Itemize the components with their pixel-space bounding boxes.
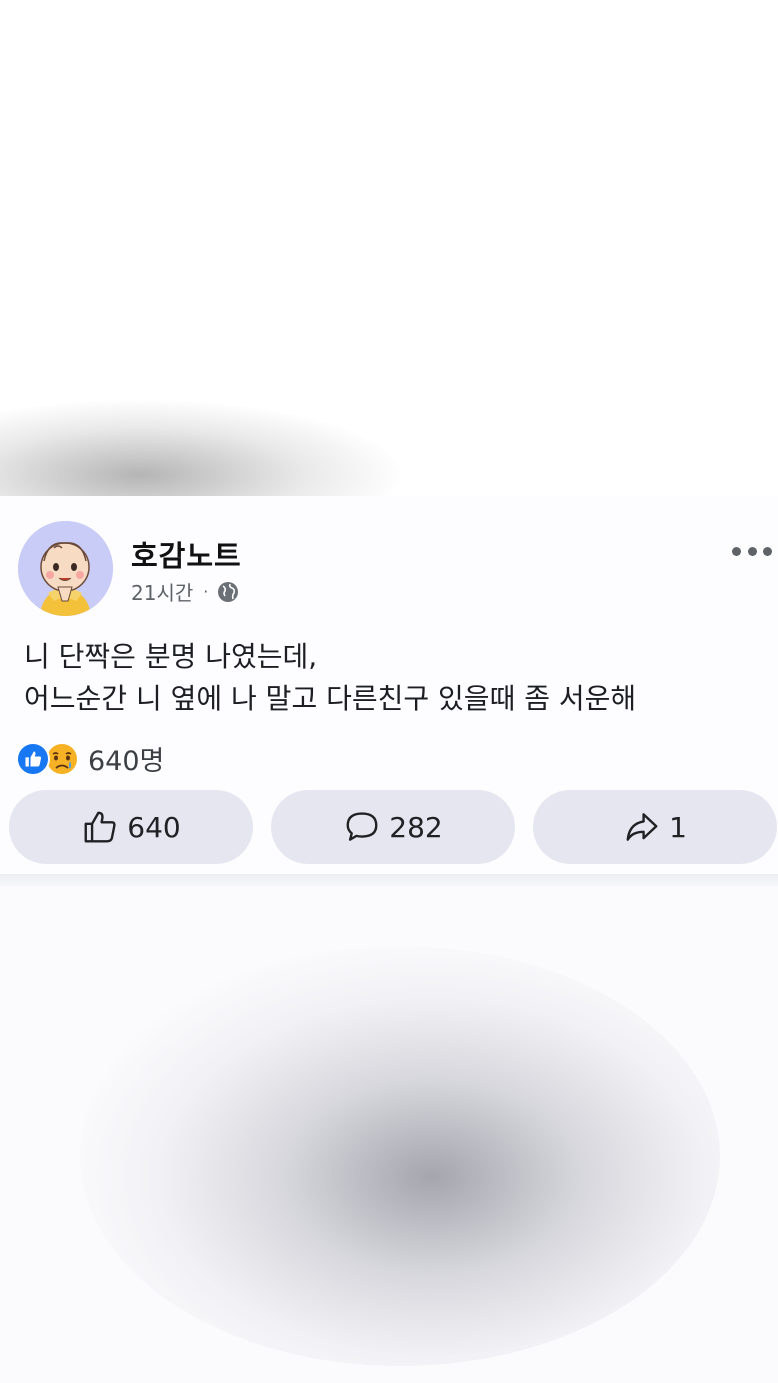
speech-bubble-icon xyxy=(346,812,378,841)
post-text-line-1: 니 단짝은 분명 나였는데, xyxy=(24,640,318,673)
author-name[interactable]: 호감노트 xyxy=(131,533,242,575)
meta-separator: · xyxy=(203,582,209,601)
reaction-summary[interactable]: 640명 xyxy=(16,739,164,778)
globe-icon xyxy=(218,581,239,602)
background-bottom xyxy=(0,886,778,1383)
background-smudge xyxy=(0,400,400,496)
background-blur xyxy=(80,946,720,1366)
more-options-icon-dot xyxy=(763,546,772,556)
like-count: 640 xyxy=(127,810,181,844)
more-options-icon xyxy=(732,546,741,556)
comment-button[interactable]: 282 xyxy=(271,790,515,864)
like-button[interactable]: 640 xyxy=(9,790,253,864)
more-options-button[interactable] xyxy=(732,538,772,564)
share-arrow-icon xyxy=(626,813,658,841)
thumbs-up-icon xyxy=(84,811,116,843)
post-meta: 21시간 · xyxy=(131,577,240,606)
like-reaction-icon xyxy=(16,741,50,776)
comment-count: 282 xyxy=(389,810,443,844)
post-body: 니 단짝은 분명 나였는데, 어느순간 니 옆에 나 말고 다른친구 있을때 좀… xyxy=(24,636,764,720)
post-time[interactable]: 21시간 xyxy=(131,577,193,606)
share-count: 1 xyxy=(669,810,687,844)
post-text-line-2: 어느순간 니 옆에 나 말고 다른친구 있을때 좀 서운해 xyxy=(24,682,637,715)
avatar[interactable] xyxy=(18,521,113,616)
share-button[interactable]: 1 xyxy=(533,790,777,864)
more-options-icon-dot xyxy=(747,546,757,556)
reaction-count: 640명 xyxy=(88,746,165,777)
background-top xyxy=(0,0,778,496)
avatar-illustration xyxy=(18,521,113,616)
